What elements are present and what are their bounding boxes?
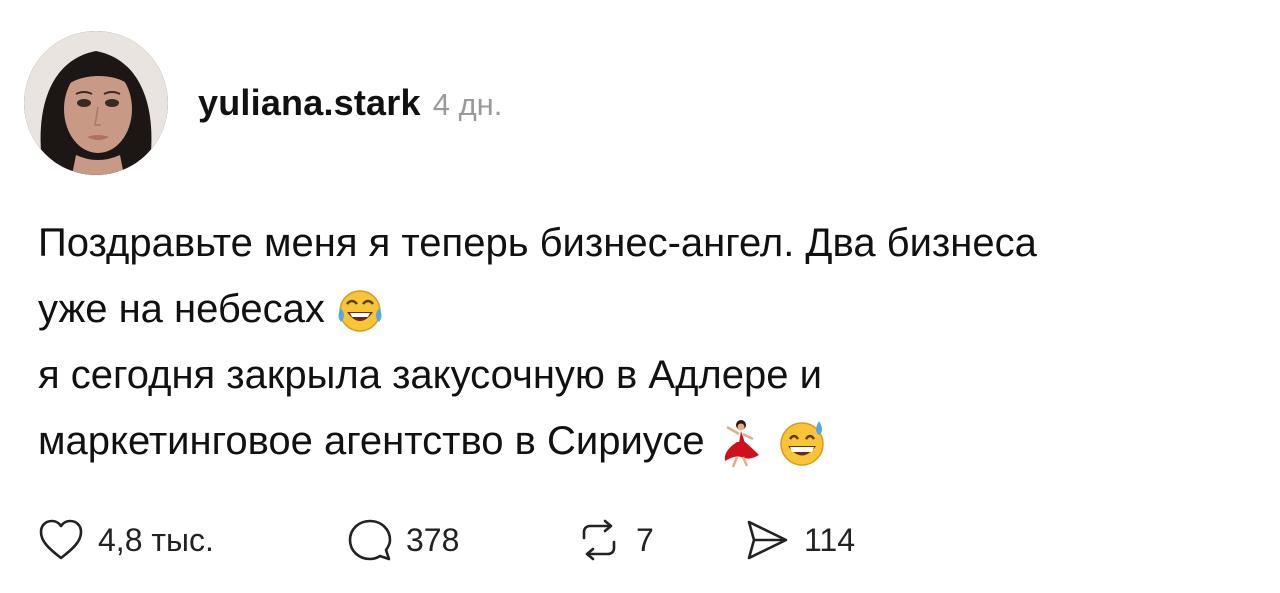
thread-post: yuliana.stark 4 дн. Поздравьте меня я те… [0, 0, 1280, 593]
share-button[interactable]: 114 [744, 518, 944, 562]
username[interactable]: yuliana.stark [198, 82, 421, 124]
heart-icon [39, 519, 83, 560]
comment-bubble-icon [348, 519, 392, 561]
send-icon [747, 520, 788, 560]
text-line-1: Поздравьте меня я теперь бизнес-ангел. Д… [38, 221, 1037, 265]
grinning-face-with-sweat-icon [777, 417, 829, 469]
comment-button[interactable]: 378 [348, 518, 576, 562]
shares-count: 114 [804, 521, 856, 558]
post-header: yuliana.stark 4 дн. [24, 30, 502, 175]
text-line-4: маркетинговое агентство в Сириусе [38, 419, 705, 463]
likes-count: 4,8 тыс. [98, 521, 214, 558]
avatar-image [24, 30, 168, 175]
post-text-line: Поздравьте меня я теперь бизнес-ангел. Д… [38, 210, 1268, 276]
post-timestamp: 4 дн. [432, 86, 503, 122]
like-button[interactable]: 4,8 тыс. [38, 518, 348, 562]
text-line-3: я сегодня закрыла закусочную в Адлере и [38, 353, 822, 397]
post-text-line: я сегодня закрыла закусочную в Адлере и [38, 342, 1268, 408]
post-text-line: уже на небесах [38, 276, 1268, 342]
woman-dancing-icon [715, 417, 767, 469]
comments-count: 378 [406, 521, 460, 558]
face-with-tears-of-joy-icon [335, 286, 385, 336]
avatar[interactable] [24, 30, 168, 175]
reposts-count: 7 [636, 521, 654, 558]
post-text: Поздравьте меня я теперь бизнес-ангел. Д… [38, 210, 1268, 474]
repost-button[interactable]: 7 [576, 518, 744, 562]
post-actions: 4,8 тыс. 378 7 114 [38, 512, 944, 568]
post-text-line: маркетинговое агентство в Сириусе [38, 408, 1268, 474]
post-meta: yuliana.stark 4 дн. [198, 82, 502, 124]
text-line-2: уже на небесах [38, 287, 325, 331]
repost-icon [582, 519, 616, 561]
